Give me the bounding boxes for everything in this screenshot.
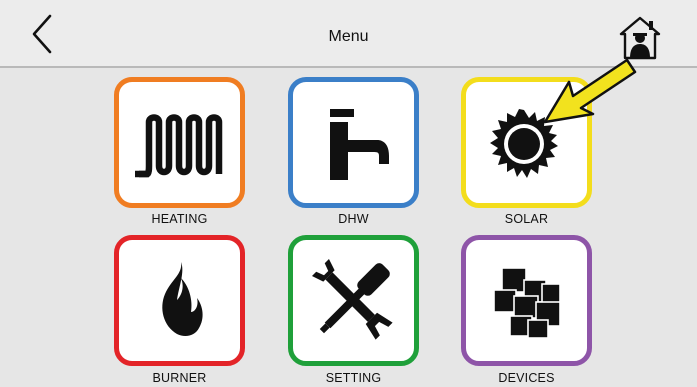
devices-tile[interactable]: [461, 235, 592, 366]
setting-tile[interactable]: [288, 235, 419, 366]
solar-tile[interactable]: [461, 77, 592, 208]
faucet-icon: [330, 109, 389, 180]
heating-tile[interactable]: [114, 77, 245, 208]
flame-icon: [162, 262, 203, 336]
dhw-tile[interactable]: [288, 77, 419, 208]
burner-tile[interactable]: [114, 235, 245, 366]
setting-label: SETTING: [325, 371, 382, 385]
devices-label: DEVICES: [498, 371, 555, 385]
sun-icon: [490, 109, 558, 178]
radiator-coil-icon: [135, 114, 223, 178]
devices-blocks-icon: [493, 267, 561, 339]
page-title: Menu: [328, 28, 369, 45]
burner-label: BURNER: [152, 371, 207, 385]
dhw-label: DHW: [338, 212, 369, 226]
solar-label: SOLAR: [504, 212, 549, 226]
header-bar: Menu: [0, 0, 697, 68]
home-button[interactable]: [616, 14, 664, 62]
heating-label: HEATING: [151, 212, 208, 226]
home-person-icon: [619, 16, 661, 60]
wrench-screwdriver-icon: [311, 258, 393, 340]
